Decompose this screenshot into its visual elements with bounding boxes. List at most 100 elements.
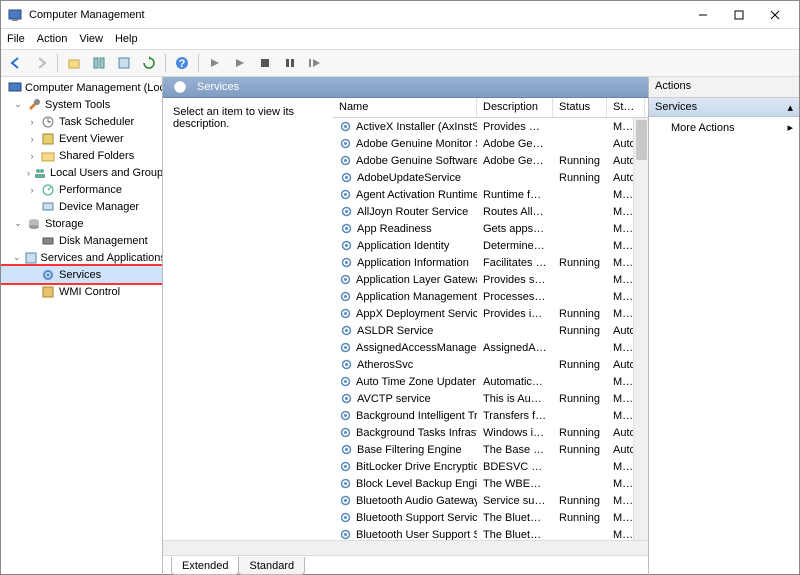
expand-icon[interactable]: › bbox=[27, 151, 37, 161]
menu-help[interactable]: Help bbox=[115, 33, 138, 45]
tree-disk[interactable]: Disk Management bbox=[1, 232, 162, 249]
service-row[interactable]: ActiveX Installer (AxInstSV)Provides Use… bbox=[333, 118, 648, 135]
tree-root[interactable]: Computer Management (Local) bbox=[1, 79, 162, 96]
tree-shared[interactable]: ›Shared Folders bbox=[1, 147, 162, 164]
expand-icon[interactable]: ⌄ bbox=[13, 99, 23, 110]
service-row[interactable]: Agent Activation Runtime_e…Runtime for …… bbox=[333, 186, 648, 203]
pause-service-button[interactable] bbox=[279, 52, 301, 74]
back-button[interactable] bbox=[5, 52, 27, 74]
close-button[interactable] bbox=[757, 3, 793, 27]
help-button[interactable]: ? bbox=[171, 52, 193, 74]
gear-icon bbox=[339, 171, 353, 185]
gear-icon bbox=[339, 324, 353, 338]
service-row[interactable]: Application IdentityDetermines …Manu bbox=[333, 237, 648, 254]
refresh-button[interactable] bbox=[138, 52, 160, 74]
service-desc: AssignedAcc… bbox=[477, 342, 553, 354]
expand-icon[interactable]: › bbox=[27, 185, 37, 195]
service-row[interactable]: Bluetooth User Support Serv…The Bluetoo…… bbox=[333, 526, 648, 540]
service-row[interactable]: Application Layer Gateway S…Provides sup… bbox=[333, 271, 648, 288]
tree-label: Disk Management bbox=[59, 235, 148, 247]
collapse-icon[interactable]: ▴ bbox=[787, 101, 793, 114]
forward-button[interactable] bbox=[30, 52, 52, 74]
service-row[interactable]: AtherosSvcRunningAuto bbox=[333, 356, 648, 373]
service-row[interactable]: ASLDR ServiceRunningAuto bbox=[333, 322, 648, 339]
service-row[interactable]: Background Intelligent Tran…Transfers fi… bbox=[333, 407, 648, 424]
minimize-button[interactable] bbox=[685, 3, 721, 27]
service-desc: Service supp… bbox=[477, 495, 553, 507]
tree-event[interactable]: ›Event Viewer bbox=[1, 130, 162, 147]
workspace: Computer Management (Local) ⌄ System Too… bbox=[1, 77, 799, 575]
col-startup[interactable]: Startu bbox=[607, 98, 645, 117]
restart-service-button[interactable] bbox=[304, 52, 326, 74]
separator bbox=[165, 54, 166, 72]
service-row[interactable]: Block Level Backup Engine S…The WBENGI…M… bbox=[333, 475, 648, 492]
tree-storage[interactable]: ⌄Storage bbox=[1, 215, 162, 232]
expand-icon[interactable]: ⌄ bbox=[13, 252, 21, 263]
gear-icon bbox=[339, 137, 352, 151]
start-service-button[interactable] bbox=[204, 52, 226, 74]
col-description[interactable]: Description bbox=[477, 98, 553, 117]
service-row[interactable]: AppX Deployment Service (A…Provides infr… bbox=[333, 305, 648, 322]
service-row[interactable]: Adobe Genuine Software Int…Adobe Genu…Ru… bbox=[333, 152, 648, 169]
pane-title: Services bbox=[197, 81, 239, 93]
col-status[interactable]: Status bbox=[553, 98, 607, 117]
up-button[interactable] bbox=[63, 52, 85, 74]
export-button[interactable] bbox=[113, 52, 135, 74]
gear-icon bbox=[339, 154, 352, 168]
start2-button[interactable] bbox=[229, 52, 251, 74]
services-apps-icon bbox=[24, 250, 38, 266]
expand-icon[interactable]: › bbox=[27, 168, 30, 178]
tree-wmi[interactable]: WMI Control bbox=[1, 283, 162, 300]
service-row[interactable]: Bluetooth Audio Gateway Ser…Service supp… bbox=[333, 492, 648, 509]
vertical-scrollbar[interactable] bbox=[633, 118, 648, 540]
show-hide-button[interactable] bbox=[88, 52, 110, 74]
col-name[interactable]: Name bbox=[333, 98, 477, 117]
actions-more[interactable]: More Actions ▸ bbox=[649, 117, 799, 138]
services-list[interactable]: Name Description Status Startu ActiveX I… bbox=[333, 98, 648, 540]
scrollbar-thumb[interactable] bbox=[636, 120, 647, 160]
folder-icon bbox=[40, 148, 56, 164]
menu-file[interactable]: File bbox=[7, 33, 25, 45]
service-row[interactable]: Background Tasks Infrastruc…Windows inf…… bbox=[333, 424, 648, 441]
maximize-button[interactable] bbox=[721, 3, 757, 27]
expand-icon[interactable]: › bbox=[27, 134, 37, 144]
tree-label: Services and Applications bbox=[41, 252, 163, 264]
horizontal-scrollbar[interactable] bbox=[163, 540, 648, 555]
actions-section[interactable]: Services ▴ bbox=[649, 98, 799, 117]
service-row[interactable]: AdobeUpdateServiceRunningAuto bbox=[333, 169, 648, 186]
nav-tree[interactable]: Computer Management (Local) ⌄ System Too… bbox=[1, 77, 163, 575]
disk-icon bbox=[40, 233, 56, 249]
service-row[interactable]: Bluetooth Support ServiceThe Bluetoo…Run… bbox=[333, 509, 648, 526]
service-row[interactable]: BitLocker Drive Encryption S…BDESVC hos…… bbox=[333, 458, 648, 475]
service-row[interactable]: App ReadinessGets apps re…Manu bbox=[333, 220, 648, 237]
service-name: AVCTP service bbox=[357, 393, 431, 405]
service-name: AssignedAccessManager Ser… bbox=[356, 342, 477, 354]
service-name: Base Filtering Engine bbox=[357, 444, 462, 456]
expand-icon[interactable]: › bbox=[27, 117, 37, 127]
service-row[interactable]: Application ManagementProcesses in…Manu bbox=[333, 288, 648, 305]
service-row[interactable]: Application InformationFacilitates th…Ru… bbox=[333, 254, 648, 271]
service-name: Application Layer Gateway S… bbox=[356, 274, 477, 286]
service-row[interactable]: Adobe Genuine Monitor Ser…Adobe Genu…Aut… bbox=[333, 135, 648, 152]
tree-localusers[interactable]: ›Local Users and Groups bbox=[1, 164, 162, 181]
tree-task[interactable]: ›Task Scheduler bbox=[1, 113, 162, 130]
gear-icon bbox=[339, 273, 352, 287]
tree-systools[interactable]: ⌄ System Tools bbox=[1, 96, 162, 113]
tab-standard[interactable]: Standard bbox=[238, 557, 305, 575]
service-status: Running bbox=[553, 325, 607, 337]
service-row[interactable]: AllJoyn Router ServiceRoutes AllJo…Manu bbox=[333, 203, 648, 220]
tree-services[interactable]: Services bbox=[1, 266, 162, 283]
gear-icon bbox=[339, 256, 353, 270]
menu-action[interactable]: Action bbox=[37, 33, 68, 45]
expand-icon[interactable]: ⌄ bbox=[13, 218, 23, 229]
service-row[interactable]: AVCTP serviceThis is Audio…RunningManu bbox=[333, 390, 648, 407]
service-row[interactable]: AssignedAccessManager Ser…AssignedAcc…Ma… bbox=[333, 339, 648, 356]
menu-view[interactable]: View bbox=[79, 33, 103, 45]
service-row[interactable]: Auto Time Zone UpdaterAutomaticall…Manu bbox=[333, 373, 648, 390]
tree-devmgr[interactable]: Device Manager bbox=[1, 198, 162, 215]
service-row[interactable]: Base Filtering EngineThe Base Filt…Runni… bbox=[333, 441, 648, 458]
tab-extended[interactable]: Extended bbox=[171, 557, 239, 575]
tree-servapps[interactable]: ⌄ Services and Applications bbox=[1, 249, 162, 266]
tree-perf[interactable]: ›Performance bbox=[1, 181, 162, 198]
stop-service-button[interactable] bbox=[254, 52, 276, 74]
